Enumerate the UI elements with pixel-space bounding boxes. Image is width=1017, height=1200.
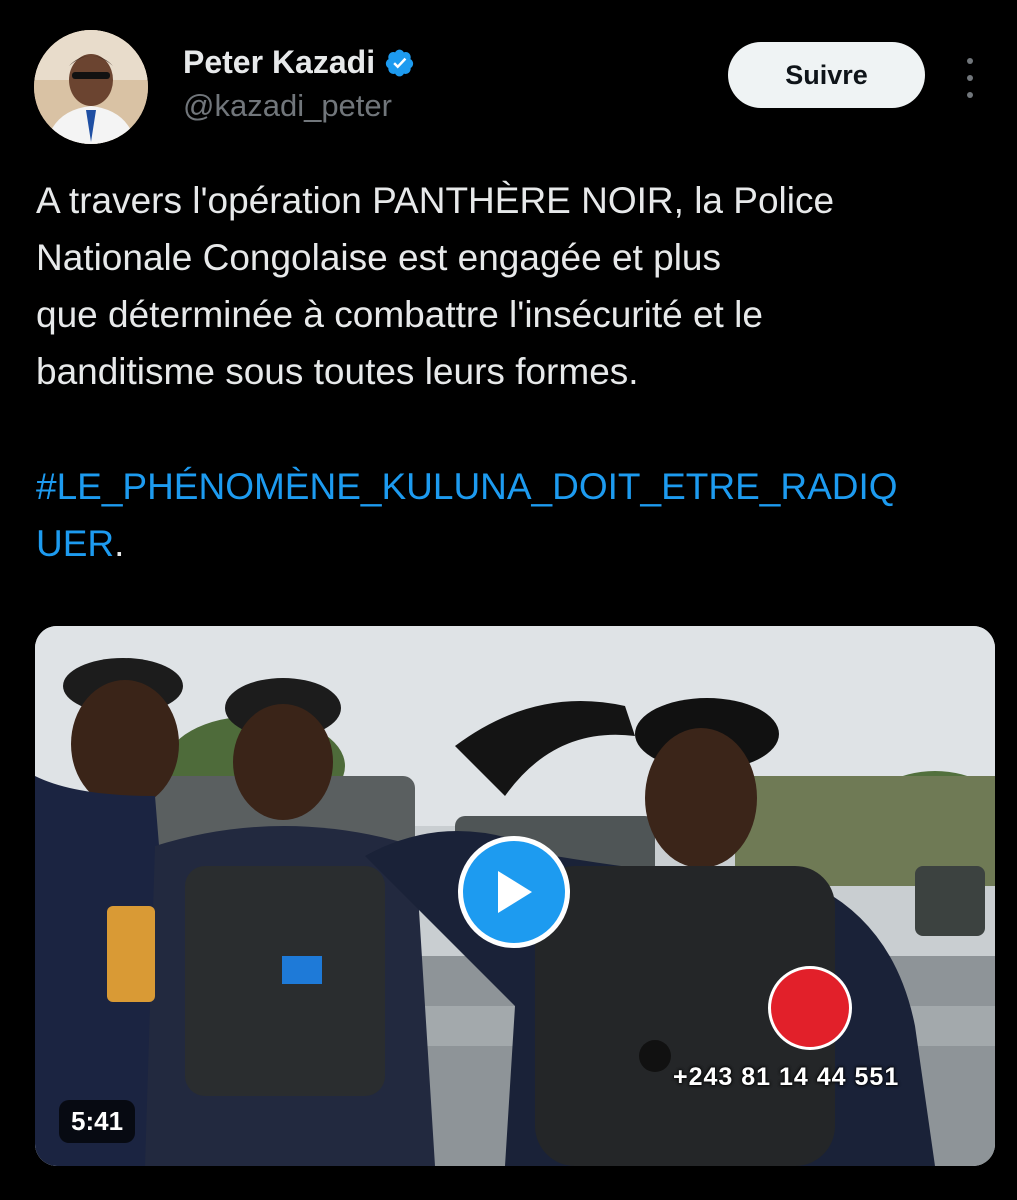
tweet-text: A travers l'opération PANTHÈRE NOIR, la … xyxy=(36,172,981,400)
channel-logo-icon xyxy=(768,966,852,1050)
play-icon xyxy=(498,871,532,913)
tweet-text-line: banditisme sous toutes leurs formes. xyxy=(36,351,639,392)
verified-badge-icon xyxy=(385,48,415,78)
video-player[interactable]: +243 81 14 44 551 5:41 xyxy=(35,626,995,1166)
display-name[interactable]: Peter Kazadi xyxy=(183,44,375,81)
tweet-text-line: A travers l'opération PANTHÈRE NOIR, la … xyxy=(36,180,835,221)
hashtag-suffix: . xyxy=(114,523,125,564)
play-button[interactable] xyxy=(458,836,570,948)
avatar-image xyxy=(34,30,148,144)
hashtag-link[interactable]: #LE_PHÉNOMÈNE_KULUNA_DOIT_ETRE_RADIQ xyxy=(36,466,898,507)
hashtag-link-continuation[interactable]: UER xyxy=(36,523,114,564)
video-phone-overlay: +243 81 14 44 551 xyxy=(673,1063,900,1091)
tweet-text-line: que déterminée à combattre l'insécurité … xyxy=(36,294,763,335)
tweet-text-line: Nationale Congolaise est engagée et plus xyxy=(36,237,721,278)
video-duration: 5:41 xyxy=(59,1100,136,1143)
more-vertical-icon[interactable] xyxy=(958,58,982,98)
author-name-row: Peter Kazadi xyxy=(183,44,415,81)
follow-button[interactable]: Suivre xyxy=(728,42,925,108)
avatar[interactable] xyxy=(34,30,148,144)
author-handle[interactable]: @kazadi_peter xyxy=(183,88,392,124)
hashtag-block: #LE_PHÉNOMÈNE_KULUNA_DOIT_ETRE_RADIQ UER… xyxy=(36,458,981,572)
